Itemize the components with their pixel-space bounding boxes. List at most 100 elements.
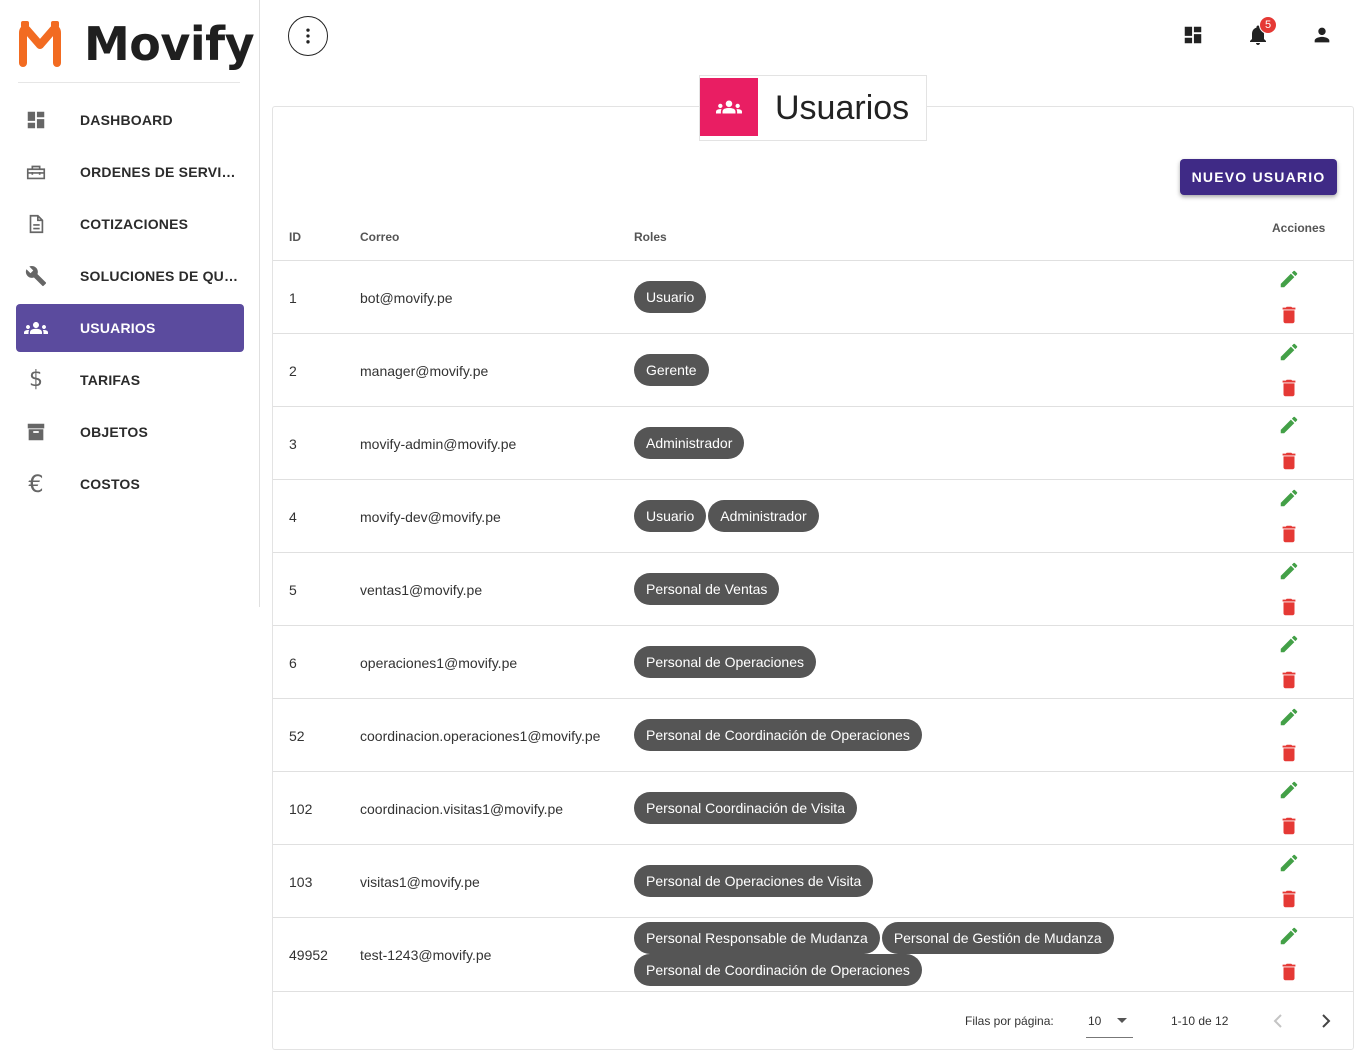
notifications-badge: 5 xyxy=(1259,16,1277,34)
more-vertical-icon xyxy=(306,28,310,44)
pencil-icon xyxy=(1280,781,1298,799)
edit-user-button[interactable] xyxy=(1278,414,1302,438)
sidebar-item-label: COTIZACIONES xyxy=(80,216,189,232)
pencil-icon xyxy=(1280,927,1298,945)
edit-user-button[interactable] xyxy=(1278,560,1302,584)
chevron-down-icon xyxy=(1117,1018,1127,1023)
sidebar-item-label: DASHBOARD xyxy=(80,112,173,128)
archive-icon xyxy=(24,420,48,444)
next-page-button[interactable] xyxy=(1314,1009,1338,1033)
pencil-icon xyxy=(1280,854,1298,872)
dashboard-shortcut-button[interactable] xyxy=(1180,22,1206,48)
account-icon xyxy=(1314,27,1330,43)
pencil-icon xyxy=(1280,343,1298,361)
cell-id: 5 xyxy=(289,582,297,598)
column-header-roles[interactable]: Roles xyxy=(634,230,667,244)
cell-roles: Usuario Administrador xyxy=(634,500,1154,532)
sidebar-item-soluciones[interactable]: SOLUCIONES DE QUIE… xyxy=(16,252,244,300)
cell-roles: Administrador xyxy=(634,427,1154,459)
toolbox-icon xyxy=(24,160,48,184)
cell-email: movify-admin@movify.pe xyxy=(360,436,517,452)
table-row: 49952 test-1243@movify.pe Personal Respons… xyxy=(273,917,1353,990)
rows-per-page-select[interactable]: 10 xyxy=(1086,1008,1133,1038)
cell-id: 52 xyxy=(289,728,305,744)
delete-user-button[interactable] xyxy=(1278,304,1302,328)
sidebar-item-tarifas[interactable]: $ TARIFAS xyxy=(16,356,244,404)
dashboard-icon xyxy=(24,108,48,132)
role-chip: Personal de Coordinación de Operaciones xyxy=(634,954,922,986)
pagination-range: 1-10 de 12 xyxy=(1171,1014,1229,1028)
delete-user-button[interactable] xyxy=(1278,450,1302,474)
cell-email: manager@movify.pe xyxy=(360,363,489,379)
sidebar-item-label: OBJETOS xyxy=(80,424,149,440)
edit-user-button[interactable] xyxy=(1278,925,1302,949)
cell-roles: Personal Responsable de Mudanza Personal … xyxy=(634,922,1154,986)
sidebar-item-dashboard[interactable]: DASHBOARD xyxy=(16,96,244,144)
sidebar-item-usuarios[interactable]: USUARIOS xyxy=(16,304,244,352)
pagination: Filas por página: 10 1-10 de 12 xyxy=(273,991,1353,1049)
delete-user-button[interactable] xyxy=(1278,377,1302,401)
new-user-button[interactable]: NUEVO USUARIO xyxy=(1180,159,1337,195)
table-row: 52 coordinacion.operaciones1@movify.pe Per… xyxy=(273,698,1353,771)
trash-icon xyxy=(1282,890,1296,908)
sidebar-item-cotizaciones[interactable]: COTIZACIONES xyxy=(16,200,244,248)
sidebar-item-objetos[interactable]: OBJETOS xyxy=(16,408,244,456)
sidebar-nav: DASHBOARD ORDENES DE SERVICIO COTIZACION… xyxy=(16,96,244,512)
cell-email: ventas1@movify.pe xyxy=(360,582,483,598)
trash-icon xyxy=(1282,525,1296,543)
delete-user-button[interactable] xyxy=(1278,815,1302,839)
table-row: 103 visitas1@movify.pe Personal de Operaci… xyxy=(273,844,1353,917)
table-row: 3 movify-admin@movify.pe Administrador xyxy=(273,406,1353,479)
delete-user-button[interactable] xyxy=(1278,523,1302,547)
cell-id: 1 xyxy=(289,290,297,306)
role-chip: Personal de Ventas xyxy=(634,573,780,605)
cell-roles: Gerente xyxy=(634,354,1154,386)
movify-logo-icon xyxy=(19,21,61,67)
edit-user-button[interactable] xyxy=(1278,633,1302,657)
dashboard-icon xyxy=(1184,26,1202,44)
column-header-id[interactable]: ID xyxy=(289,230,301,244)
edit-user-button[interactable] xyxy=(1278,341,1302,365)
delete-user-button[interactable] xyxy=(1278,669,1302,693)
role-chip: Personal Responsable de Mudanza xyxy=(634,922,880,954)
trash-icon xyxy=(1282,452,1296,470)
edit-user-button[interactable] xyxy=(1278,268,1302,292)
role-chip: Usuario xyxy=(634,281,707,313)
previous-page-button[interactable] xyxy=(1266,1009,1290,1033)
sidebar-item-label: COSTOS xyxy=(80,476,141,492)
table-row: 1 bot@movify.pe Usuario xyxy=(273,260,1353,333)
account-button[interactable] xyxy=(1309,22,1335,48)
edit-user-button[interactable] xyxy=(1278,779,1302,803)
cell-email: bot@movify.pe xyxy=(360,290,453,306)
rows-per-page-label: Filas por página: xyxy=(965,1014,1054,1028)
brand[interactable]: Movify xyxy=(18,16,255,72)
tools-icon xyxy=(24,264,48,288)
more-menu-button[interactable] xyxy=(288,16,328,56)
sidebar-item-label: USUARIOS xyxy=(80,320,156,336)
card-header: Usuarios xyxy=(699,75,927,141)
pencil-icon xyxy=(1280,562,1298,580)
delete-user-button[interactable] xyxy=(1278,961,1302,985)
table-row: 4 movify-dev@movify.pe Usuario Administrado… xyxy=(273,479,1353,552)
edit-user-button[interactable] xyxy=(1278,852,1302,876)
cell-id: 4 xyxy=(289,509,297,525)
sidebar-item-costos[interactable]: € COSTOS xyxy=(16,460,244,508)
delete-user-button[interactable] xyxy=(1278,888,1302,912)
trash-icon xyxy=(1282,744,1296,762)
euro-icon: € xyxy=(28,470,44,498)
cell-email: coordinacion.visitas1@movify.pe xyxy=(360,801,564,817)
cell-roles: Personal de Ventas xyxy=(634,573,1154,605)
edit-user-button[interactable] xyxy=(1278,487,1302,511)
dollar-icon: $ xyxy=(29,367,43,392)
cell-id: 6 xyxy=(289,655,297,671)
cell-id: 3 xyxy=(289,436,297,452)
delete-user-button[interactable] xyxy=(1278,742,1302,766)
sidebar-item-label: TARIFAS xyxy=(80,372,141,388)
column-header-email[interactable]: Correo xyxy=(360,230,399,244)
document-icon xyxy=(24,212,48,236)
delete-user-button[interactable] xyxy=(1278,596,1302,620)
role-chip: Administrador xyxy=(634,427,745,459)
pencil-icon xyxy=(1280,270,1298,288)
edit-user-button[interactable] xyxy=(1278,706,1302,730)
sidebar-item-ordenes-de-servicio[interactable]: ORDENES DE SERVICIO xyxy=(16,148,244,196)
